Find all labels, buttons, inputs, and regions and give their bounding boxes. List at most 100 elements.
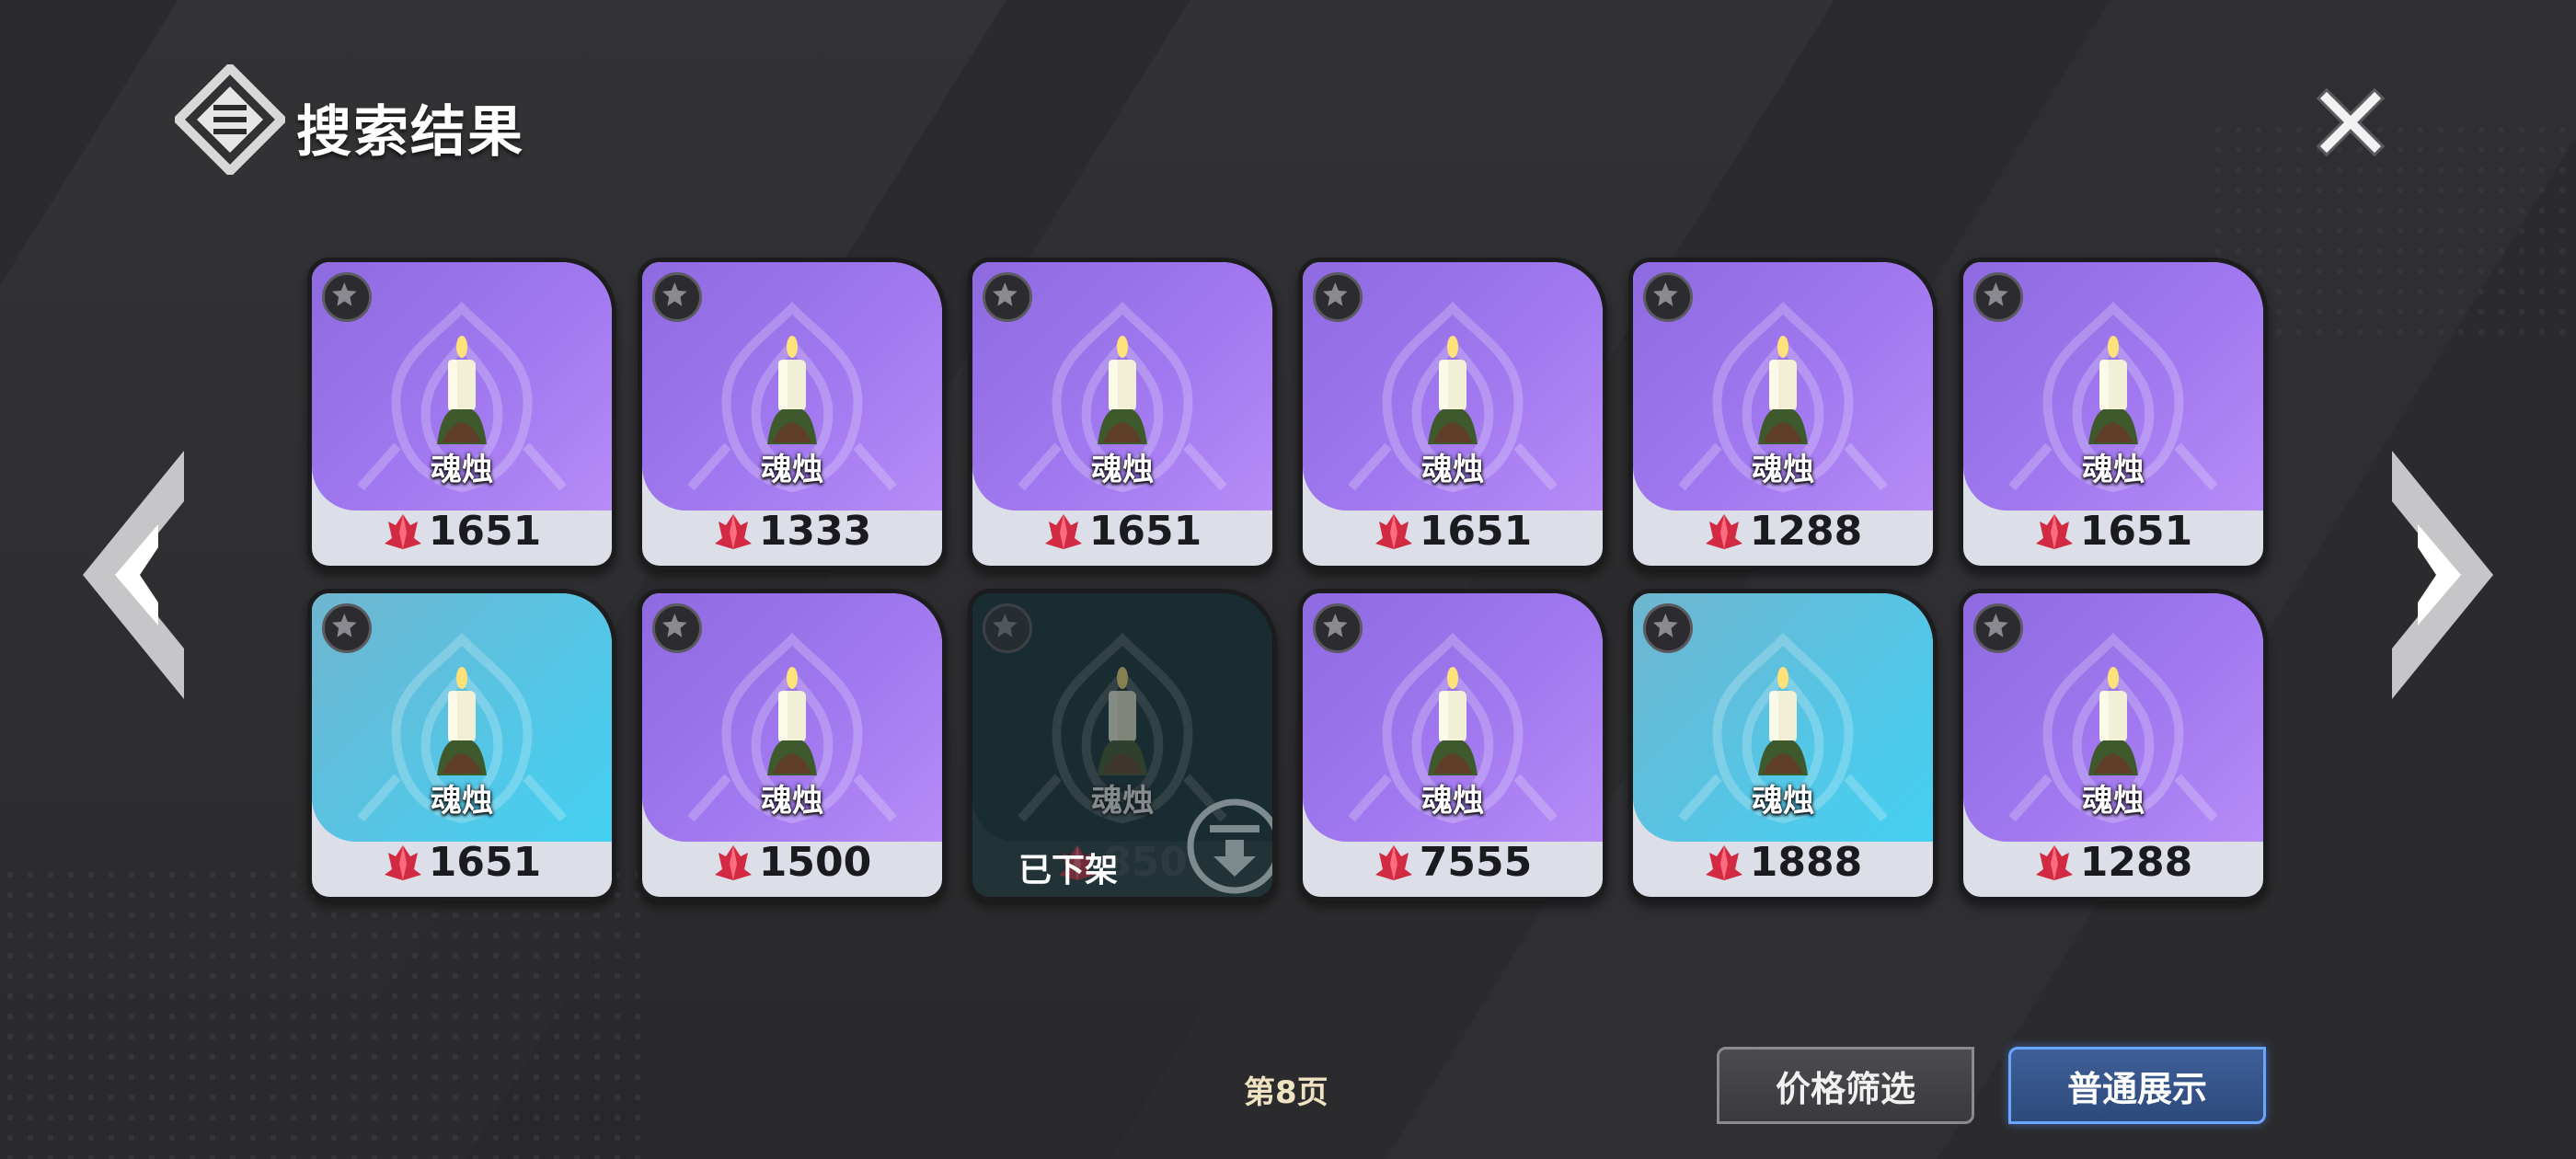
crystal-currency-icon <box>384 845 421 880</box>
crystal-currency-icon <box>384 514 421 549</box>
item-grid: 魂烛 1651 魂烛 1333 魂烛 1651 魂烛 1651 魂烛 1288 魂烛 1651 魂烛 16… <box>307 258 2269 901</box>
item-price-value: 1651 <box>2079 507 2193 555</box>
card-art-area: 魂烛 <box>972 262 1272 511</box>
item-name: 魂烛 <box>1752 783 1814 820</box>
delisted-label: 已下架 <box>1018 852 1119 889</box>
candle-icon <box>1428 336 1478 444</box>
item-price: 1651 <box>312 836 612 888</box>
candle-icon <box>767 336 817 444</box>
item-price: 1288 <box>1633 505 1933 557</box>
favorite-star-icon[interactable] <box>652 272 702 322</box>
crystal-currency-icon <box>2035 845 2073 880</box>
item-card[interactable]: 魂烛 1651 <box>1298 258 1607 570</box>
item-name: 魂烛 <box>2082 452 2145 488</box>
item-price-value: 1651 <box>428 838 542 886</box>
item-card[interactable]: 魂烛 1288 <box>1959 589 2268 901</box>
item-card[interactable]: 魂烛850已下架 <box>968 589 1277 901</box>
card-art-area: 魂烛 <box>1303 593 1603 842</box>
favorite-star-icon[interactable] <box>1313 272 1363 322</box>
crystal-currency-icon <box>1374 845 1412 880</box>
item-price-value: 1288 <box>2079 838 2193 886</box>
item-card[interactable]: 魂烛 1651 <box>307 258 616 570</box>
card-art-area: 魂烛 <box>312 262 612 511</box>
page-indicator: 第8页 <box>1244 1074 1328 1111</box>
item-price-value: 1500 <box>758 838 872 886</box>
item-name: 魂烛 <box>1421 452 1484 488</box>
chevron-right-icon[interactable] <box>2383 451 2493 699</box>
item-price-value: 1651 <box>428 507 542 555</box>
item-name: 魂烛 <box>2082 783 2145 820</box>
item-card[interactable]: 魂烛 1651 <box>307 589 616 901</box>
favorite-star-icon[interactable] <box>322 272 372 322</box>
card-art-area: 魂烛 <box>1303 262 1603 511</box>
item-name: 魂烛 <box>1752 452 1814 488</box>
favorite-star-icon[interactable] <box>1643 603 1693 653</box>
candle-icon <box>1098 336 1147 444</box>
item-card[interactable]: 魂烛 7555 <box>1298 589 1607 901</box>
candle-icon <box>1758 667 1808 775</box>
card-art-area: 魂烛 <box>1633 593 1933 842</box>
item-card[interactable]: 魂烛 1651 <box>1959 258 2268 570</box>
search-results-logo-icon <box>175 64 285 175</box>
item-name: 魂烛 <box>1421 783 1484 820</box>
item-price: 7555 <box>1303 836 1603 888</box>
crystal-currency-icon <box>1044 514 1082 549</box>
page-title: 搜索结果 <box>296 100 524 165</box>
crystal-currency-icon <box>714 845 752 880</box>
bg-dot-pattern <box>0 865 644 1159</box>
chevron-left-icon[interactable] <box>83 451 193 699</box>
price-filter-button[interactable]: 价格筛选 <box>1717 1047 1974 1124</box>
card-art-area: 魂烛 <box>642 593 942 842</box>
item-price: 1288 <box>1963 836 2263 888</box>
card-art-area: 魂烛 <box>1633 262 1933 511</box>
favorite-star-icon[interactable] <box>983 272 1032 322</box>
favorite-star-icon[interactable] <box>322 603 372 653</box>
normal-display-button[interactable]: 普通展示 <box>2008 1047 2266 1124</box>
card-art-area: 魂烛 <box>312 593 612 842</box>
card-art-area: 魂烛 <box>1963 262 2263 511</box>
item-price: 1888 <box>1633 836 1933 888</box>
candle-icon <box>1428 667 1478 775</box>
item-price-value: 7555 <box>1419 838 1533 886</box>
item-price: 1651 <box>1963 505 2263 557</box>
item-price-value: 1888 <box>1749 838 1863 886</box>
favorite-star-icon[interactable] <box>652 603 702 653</box>
item-price: 1651 <box>1303 505 1603 557</box>
favorite-star-icon[interactable] <box>1973 603 2023 653</box>
item-name: 魂烛 <box>1091 452 1154 488</box>
candle-icon <box>2088 667 2138 775</box>
item-name: 魂烛 <box>761 452 823 488</box>
crystal-currency-icon <box>2035 514 2073 549</box>
card-art-area: 魂烛 <box>1963 593 2263 842</box>
candle-icon <box>437 336 487 444</box>
candle-icon <box>2088 336 2138 444</box>
favorite-star-icon[interactable] <box>1313 603 1363 653</box>
item-price: 1651 <box>972 505 1272 557</box>
item-card[interactable]: 魂烛 1333 <box>638 258 947 570</box>
candle-icon <box>767 667 817 775</box>
item-price-value: 1333 <box>758 507 872 555</box>
item-price: 1500 <box>642 836 942 888</box>
item-card[interactable]: 魂烛 1288 <box>1628 258 1938 570</box>
candle-icon <box>1758 336 1808 444</box>
delisted-icon <box>1187 798 1272 894</box>
item-name: 魂烛 <box>761 783 823 820</box>
candle-icon <box>437 667 487 775</box>
item-card[interactable]: 魂烛 1888 <box>1628 589 1938 901</box>
favorite-star-icon[interactable] <box>1973 272 2023 322</box>
item-price: 1333 <box>642 505 942 557</box>
close-icon[interactable] <box>2314 86 2387 159</box>
item-price: 1651 <box>312 505 612 557</box>
item-name: 魂烛 <box>431 452 493 488</box>
item-card[interactable]: 魂烛 1651 <box>968 258 1277 570</box>
item-name: 魂烛 <box>431 783 493 820</box>
card-art-area: 魂烛 <box>642 262 942 511</box>
crystal-currency-icon <box>1705 845 1742 880</box>
crystal-currency-icon <box>1705 514 1742 549</box>
favorite-star-icon[interactable] <box>1643 272 1693 322</box>
item-price-value: 1651 <box>1419 507 1533 555</box>
item-price-value: 1651 <box>1088 507 1202 555</box>
crystal-currency-icon <box>714 514 752 549</box>
crystal-currency-icon <box>1374 514 1412 549</box>
item-card[interactable]: 魂烛 1500 <box>638 589 947 901</box>
